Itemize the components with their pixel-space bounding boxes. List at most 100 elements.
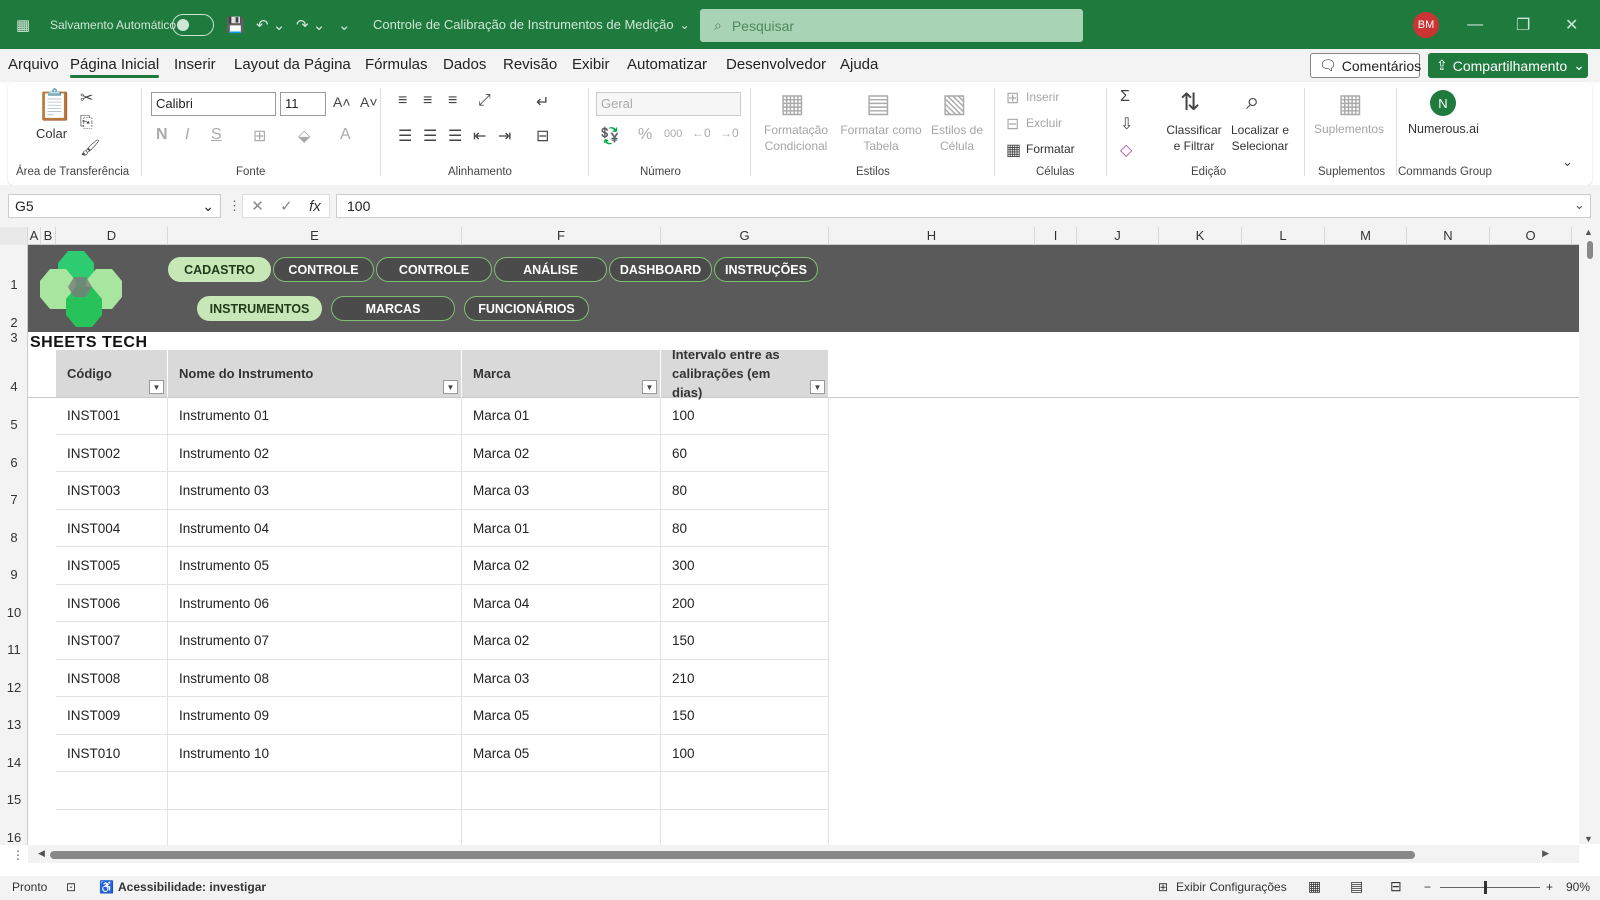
row-header[interactable]: 13: [0, 717, 28, 732]
column-header[interactable]: H: [829, 227, 1035, 245]
format-table-label[interactable]: Formatar como Tabela: [840, 122, 922, 154]
scroll-right-icon[interactable]: ▶: [1542, 848, 1549, 859]
row-header[interactable]: 11: [0, 642, 28, 657]
row-header[interactable]: 15: [0, 792, 28, 807]
insert-cells-icon[interactable]: ⊞: [1006, 88, 1019, 108]
table-cell[interactable]: Marca 04: [462, 584, 661, 622]
table-cell[interactable]: 80: [661, 509, 829, 547]
table-cell[interactable]: Marca 02: [462, 434, 661, 472]
tab-ajuda[interactable]: Ajuda: [840, 56, 878, 73]
table-cell[interactable]: [168, 772, 462, 810]
fill-color-icon[interactable]: ⬙: [298, 126, 310, 146]
page-break-icon[interactable]: ⊟: [1390, 878, 1402, 895]
filter-dropdown-icon[interactable]: ▼: [443, 380, 458, 394]
increase-decimal-icon[interactable]: ←0: [692, 126, 711, 140]
minimize-icon[interactable]: —: [1467, 16, 1483, 34]
zoom-level[interactable]: 90%: [1566, 880, 1590, 894]
percent-icon[interactable]: %: [638, 126, 652, 144]
row-header[interactable]: 3: [0, 330, 28, 345]
column-header[interactable]: E: [168, 227, 462, 245]
decrease-decimal-icon[interactable]: →0: [720, 126, 739, 140]
italic-icon[interactable]: I: [185, 126, 189, 144]
paste-label[interactable]: Colar: [36, 126, 67, 141]
cell-styles-label[interactable]: Estilos de Célula: [928, 122, 986, 154]
font-name-select[interactable]: Calibri: [151, 92, 276, 116]
cut-icon[interactable]: ✂: [80, 88, 93, 108]
table-cell[interactable]: Instrumento 04: [168, 509, 462, 547]
row-header[interactable]: 16: [0, 830, 28, 845]
find-select-label[interactable]: Localizar e Selecionar: [1224, 122, 1296, 154]
table-cell[interactable]: [56, 809, 168, 847]
tab-desenvolvedor[interactable]: Desenvolvedor: [726, 56, 826, 73]
underline-icon[interactable]: S: [211, 126, 222, 144]
table-cell[interactable]: Instrumento 06: [168, 584, 462, 622]
tab-exibir[interactable]: Exibir: [572, 56, 610, 73]
conditional-format-icon[interactable]: ▦: [780, 88, 805, 119]
autosum-icon[interactable]: Σ: [1120, 88, 1130, 106]
column-header[interactable]: J: [1077, 227, 1159, 245]
table-cell[interactable]: [168, 809, 462, 847]
row-header[interactable]: 5: [0, 417, 28, 432]
tab-arquivo[interactable]: Arquivo: [8, 56, 59, 73]
comma-style-icon[interactable]: 000: [664, 128, 682, 140]
table-cell[interactable]: INST004: [56, 509, 168, 547]
table-cell[interactable]: 200: [661, 584, 829, 622]
cell-styles-icon[interactable]: ▧: [942, 88, 967, 119]
nav-controle-1[interactable]: CONTROLE: [273, 257, 374, 282]
table-cell[interactable]: 150: [661, 622, 829, 660]
scroll-left-icon[interactable]: ◀: [38, 848, 45, 859]
cancel-icon[interactable]: ✕: [251, 197, 264, 215]
table-cell[interactable]: Marca 03: [462, 659, 661, 697]
format-table-icon[interactable]: ▤: [866, 88, 891, 119]
macro-record-icon[interactable]: ⊡: [66, 880, 76, 894]
tab-revisao[interactable]: Revisão: [503, 56, 557, 73]
search-input[interactable]: ⌕ Pesquisar: [700, 9, 1083, 42]
column-header[interactable]: B: [41, 227, 56, 245]
row-header[interactable]: 2: [0, 315, 28, 330]
column-header[interactable]: A: [28, 227, 41, 245]
align-right-icon[interactable]: ☰: [448, 126, 462, 146]
wrap-text-icon[interactable]: ↵: [536, 92, 549, 112]
table-cell[interactable]: INST008: [56, 659, 168, 697]
column-header[interactable]: O: [1490, 227, 1572, 245]
nav-instrucoes[interactable]: INSTRUÇÕES: [714, 257, 818, 282]
row-header[interactable]: 8: [0, 530, 28, 545]
conditional-format-label[interactable]: Formatação Condicional: [760, 122, 832, 154]
customize-qat-icon[interactable]: ⌄: [338, 16, 351, 34]
number-format-select[interactable]: Geral: [596, 92, 741, 116]
save-icon[interactable]: 💾: [226, 16, 245, 34]
scroll-thumb[interactable]: [50, 851, 1415, 859]
table-cell[interactable]: [462, 772, 661, 810]
table-cell[interactable]: Instrumento 08: [168, 659, 462, 697]
format-painter-icon[interactable]: 🖌: [80, 138, 100, 158]
scroll-thumb[interactable]: [1587, 241, 1593, 259]
copy-icon[interactable]: ⎘: [80, 114, 93, 132]
table-cell[interactable]: Instrumento 10: [168, 734, 462, 772]
column-header[interactable]: I: [1035, 227, 1077, 245]
expand-formula-icon[interactable]: ⌄: [1574, 197, 1585, 213]
addins-icon[interactable]: ▦: [1338, 88, 1363, 119]
tab-layout[interactable]: Layout da Página: [234, 56, 351, 73]
table-cell[interactable]: 150: [661, 697, 829, 735]
table-cell[interactable]: Marca 05: [462, 697, 661, 735]
share-button[interactable]: ⇪ Compartilhamento ⌄: [1428, 53, 1588, 78]
borders-icon[interactable]: ⊞: [253, 126, 266, 146]
nav-dashboard[interactable]: DASHBOARD: [609, 257, 712, 282]
row-header[interactable]: 4: [0, 379, 28, 394]
table-cell[interactable]: 100: [661, 397, 829, 435]
increase-font-icon[interactable]: A˄: [333, 94, 351, 110]
decrease-indent-icon[interactable]: ⇤: [473, 126, 486, 146]
column-header[interactable]: G: [661, 227, 829, 245]
table-cell[interactable]: Marca 02: [462, 622, 661, 660]
table-cell[interactable]: INST001: [56, 397, 168, 435]
numerous-ai-label[interactable]: Numerous.ai: [1408, 122, 1479, 136]
align-top-icon[interactable]: ≡: [398, 92, 407, 110]
nav-controle-2[interactable]: CONTROLE: [376, 257, 492, 282]
enter-icon[interactable]: ✓: [280, 197, 293, 215]
restore-icon[interactable]: ❐: [1516, 15, 1530, 35]
delete-cells-icon[interactable]: ⊟: [1006, 114, 1019, 134]
zoom-slider-thumb[interactable]: [1484, 881, 1487, 894]
table-cell[interactable]: INST005: [56, 547, 168, 585]
document-title[interactable]: Controle de Calibração de Instrumentos d…: [373, 17, 674, 32]
addins-label[interactable]: Suplementos: [1314, 122, 1384, 136]
